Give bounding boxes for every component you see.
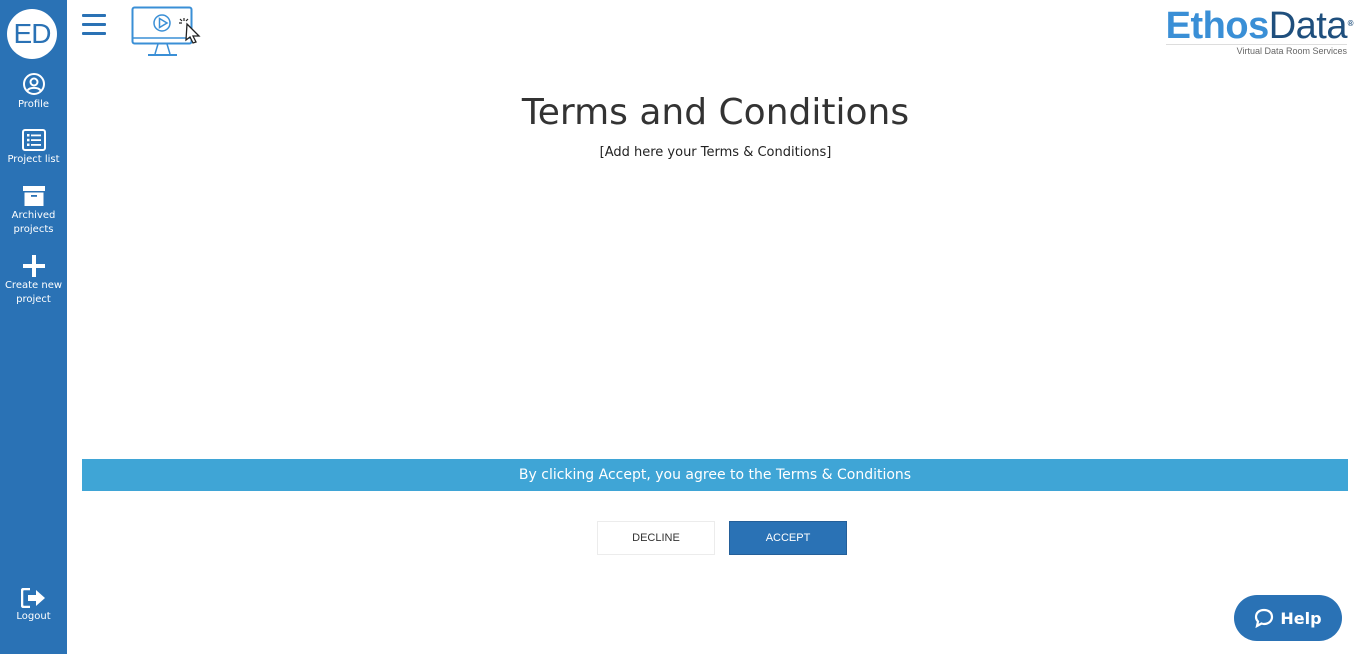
chat-bubble-icon	[1255, 608, 1274, 628]
sidebar-item-create-new-project[interactable]: Create new project	[0, 255, 67, 307]
logout-button[interactable]: Logout	[0, 588, 67, 624]
help-button[interactable]: Help	[1234, 595, 1342, 641]
sidebar-item-profile[interactable]: Profile	[0, 72, 67, 112]
logout-label: Logout	[16, 611, 51, 622]
accept-button[interactable]: ACCEPT	[729, 521, 847, 555]
plus-icon	[22, 255, 45, 277]
sidebar: ED Profile Project list Archived project…	[0, 0, 67, 654]
page-title: Terms and Conditions	[521, 92, 910, 133]
logout-icon	[20, 588, 45, 608]
help-label: Help	[1280, 608, 1322, 628]
decline-button[interactable]: DECLINE	[597, 521, 715, 555]
app-logo[interactable]: ED	[7, 9, 57, 59]
video-tutorial-icon[interactable]	[131, 6, 201, 62]
archive-box-icon	[22, 186, 45, 206]
acceptance-notice: By clicking Accept, you agree to the Ter…	[82, 459, 1348, 491]
sidebar-item-label: Archived projects	[11, 210, 56, 235]
hamburger-icon[interactable]	[82, 14, 106, 38]
brand-name: EthosData ®	[1165, 5, 1354, 47]
sidebar-item-label: Profile	[17, 99, 50, 110]
list-icon	[21, 129, 46, 151]
sidebar-item-archived-projects[interactable]: Archived projects	[0, 185, 67, 237]
sidebar-item-label: Create new project	[4, 280, 63, 305]
terms-content: [Add here your Terms & Conditions]	[599, 145, 832, 160]
brand-logo: EthosData ® Virtual Data Room Services	[1165, 5, 1354, 56]
user-circle-icon	[22, 73, 45, 95]
sidebar-item-label: Project list	[7, 154, 60, 165]
sidebar-item-project-list[interactable]: Project list	[0, 129, 67, 167]
